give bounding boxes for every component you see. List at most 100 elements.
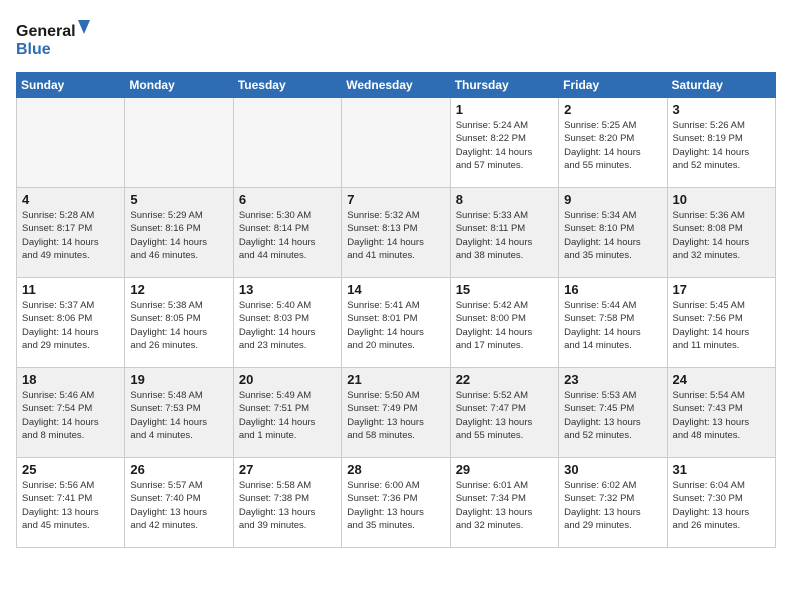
calendar-cell: 5Sunrise: 5:29 AM Sunset: 8:16 PM Daylig… — [125, 188, 233, 278]
day-info: Sunrise: 5:54 AM Sunset: 7:43 PM Dayligh… — [673, 389, 770, 442]
day-number: 28 — [347, 462, 444, 477]
day-info: Sunrise: 5:30 AM Sunset: 8:14 PM Dayligh… — [239, 209, 336, 262]
day-number: 21 — [347, 372, 444, 387]
day-info: Sunrise: 5:44 AM Sunset: 7:58 PM Dayligh… — [564, 299, 661, 352]
day-number: 27 — [239, 462, 336, 477]
calendar-cell: 25 Sunrise: 5:56 AM Sunset: 7:41 PM Dayli… — [17, 458, 125, 548]
day-number: 20 — [239, 372, 336, 387]
week-row-2: 4 Sunrise: 5:28 AM Sunset: 8:17 PM Daylig… — [17, 188, 776, 278]
day-number: 23 — [564, 372, 661, 387]
calendar-table: SundayMondayTuesdayWednesdayThursdayFrid… — [16, 72, 776, 548]
calendar-cell — [17, 98, 125, 188]
day-number: 9 — [564, 192, 661, 207]
calendar-cell: 16 Sunrise: 5:44 AM Sunset: 7:58 PM Dayli… — [559, 278, 667, 368]
day-info: Sunrise: 5:24 AM Sunset: 8:22 PM Dayligh… — [456, 119, 553, 172]
day-number: 22 — [456, 372, 553, 387]
day-info: Sunrise: 5:53 AM Sunset: 7:45 PM Dayligh… — [564, 389, 661, 442]
day-number: 16 — [564, 282, 661, 297]
column-header-tuesday: Tuesday — [233, 73, 341, 98]
calendar-cell: 9 Sunrise: 5:34 AM Sunset: 8:10 PM Daylig… — [559, 188, 667, 278]
calendar-cell: 10 Sunrise: 5:36 AM Sunset: 8:08 PM Dayli… — [667, 188, 775, 278]
calendar-cell: 28 Sunrise: 6:00 AM Sunset: 7:36 PM Dayli… — [342, 458, 450, 548]
calendar-cell: 15 Sunrise: 5:42 AM Sunset: 8:00 PM Dayli… — [450, 278, 558, 368]
day-info: Sunrise: 5:38 AM Sunset: 8:05 PM Dayligh… — [130, 299, 227, 352]
calendar-cell: 11Sunrise: 5:37 AM Sunset: 8:06 PM Dayli… — [17, 278, 125, 368]
day-number: 8 — [456, 192, 553, 207]
day-info: Sunrise: 5:46 AM Sunset: 7:54 PM Dayligh… — [22, 389, 119, 442]
week-row-1: 1 Sunrise: 5:24 AM Sunset: 8:22 PM Daylig… — [17, 98, 776, 188]
day-info: Sunrise: 5:41 AM Sunset: 8:01 PM Dayligh… — [347, 299, 444, 352]
day-number: 19 — [130, 372, 227, 387]
day-info: Sunrise: 5:42 AM Sunset: 8:00 PM Dayligh… — [456, 299, 553, 352]
column-header-friday: Friday — [559, 73, 667, 98]
calendar-cell: 24 Sunrise: 5:54 AM Sunset: 7:43 PM Dayli… — [667, 368, 775, 458]
column-header-sunday: Sunday — [17, 73, 125, 98]
calendar-cell: 20 Sunrise: 5:49 AM Sunset: 7:51 PM Dayli… — [233, 368, 341, 458]
day-info: Sunrise: 5:36 AM Sunset: 8:08 PM Dayligh… — [673, 209, 770, 262]
day-info: Sunrise: 5:57 AM Sunset: 7:40 PM Dayligh… — [130, 479, 227, 532]
day-number: 25 — [22, 462, 119, 477]
day-info: Sunrise: 5:33 AM Sunset: 8:11 PM Dayligh… — [456, 209, 553, 262]
calendar-cell: 21 Sunrise: 5:50 AM Sunset: 7:49 PM Dayli… — [342, 368, 450, 458]
svg-text:General: General — [16, 23, 76, 40]
column-header-saturday: Saturday — [667, 73, 775, 98]
day-number: 1 — [456, 102, 553, 117]
calendar-cell: 26Sunrise: 5:57 AM Sunset: 7:40 PM Dayli… — [125, 458, 233, 548]
day-info: Sunrise: 5:26 AM Sunset: 8:19 PM Dayligh… — [673, 119, 770, 172]
calendar-cell: 4 Sunrise: 5:28 AM Sunset: 8:17 PM Daylig… — [17, 188, 125, 278]
calendar-cell: 6 Sunrise: 5:30 AM Sunset: 8:14 PM Daylig… — [233, 188, 341, 278]
calendar-cell: 30 Sunrise: 6:02 AM Sunset: 7:32 PM Dayli… — [559, 458, 667, 548]
day-info: Sunrise: 6:01 AM Sunset: 7:34 PM Dayligh… — [456, 479, 553, 532]
calendar-cell: 1 Sunrise: 5:24 AM Sunset: 8:22 PM Daylig… — [450, 98, 558, 188]
day-info: Sunrise: 6:00 AM Sunset: 7:36 PM Dayligh… — [347, 479, 444, 532]
day-info: Sunrise: 6:02 AM Sunset: 7:32 PM Dayligh… — [564, 479, 661, 532]
day-number: 24 — [673, 372, 770, 387]
day-info: Sunrise: 5:34 AM Sunset: 8:10 PM Dayligh… — [564, 209, 661, 262]
day-info: Sunrise: 5:50 AM Sunset: 7:49 PM Dayligh… — [347, 389, 444, 442]
calendar-cell: 12 Sunrise: 5:38 AM Sunset: 8:05 PM Dayli… — [125, 278, 233, 368]
calendar-cell: 3Sunrise: 5:26 AM Sunset: 8:19 PM Daylig… — [667, 98, 775, 188]
day-number: 6 — [239, 192, 336, 207]
calendar-cell: 27Sunrise: 5:58 AM Sunset: 7:38 PM Dayli… — [233, 458, 341, 548]
calendar-cell: 14 Sunrise: 5:41 AM Sunset: 8:01 PM Dayli… — [342, 278, 450, 368]
day-number: 10 — [673, 192, 770, 207]
week-row-4: 18 Sunrise: 5:46 AM Sunset: 7:54 PM Dayli… — [17, 368, 776, 458]
column-header-monday: Monday — [125, 73, 233, 98]
day-info: Sunrise: 5:49 AM Sunset: 7:51 PM Dayligh… — [239, 389, 336, 442]
day-number: 14 — [347, 282, 444, 297]
calendar-cell: 7Sunrise: 5:32 AM Sunset: 8:13 PM Daylig… — [342, 188, 450, 278]
day-number: 29 — [456, 462, 553, 477]
week-row-5: 25 Sunrise: 5:56 AM Sunset: 7:41 PM Dayli… — [17, 458, 776, 548]
day-info: Sunrise: 5:25 AM Sunset: 8:20 PM Dayligh… — [564, 119, 661, 172]
day-number: 18 — [22, 372, 119, 387]
day-info: Sunrise: 5:28 AM Sunset: 8:17 PM Dayligh… — [22, 209, 119, 262]
day-info: Sunrise: 5:40 AM Sunset: 8:03 PM Dayligh… — [239, 299, 336, 352]
day-number: 5 — [130, 192, 227, 207]
page-header: GeneralBlue — [16, 16, 776, 60]
day-number: 30 — [564, 462, 661, 477]
calendar-cell: 18 Sunrise: 5:46 AM Sunset: 7:54 PM Dayli… — [17, 368, 125, 458]
calendar-cell: 22Sunrise: 5:52 AM Sunset: 7:47 PM Dayli… — [450, 368, 558, 458]
day-number: 12 — [130, 282, 227, 297]
calendar-cell: 19 Sunrise: 5:48 AM Sunset: 7:53 PM Dayli… — [125, 368, 233, 458]
column-header-wednesday: Wednesday — [342, 73, 450, 98]
calendar-cell — [233, 98, 341, 188]
calendar-cell: 13 Sunrise: 5:40 AM Sunset: 8:03 PM Dayli… — [233, 278, 341, 368]
day-info: Sunrise: 6:04 AM Sunset: 7:30 PM Dayligh… — [673, 479, 770, 532]
day-number: 11 — [22, 282, 119, 297]
calendar-cell: 2Sunrise: 5:25 AM Sunset: 8:20 PM Daylig… — [559, 98, 667, 188]
day-number: 13 — [239, 282, 336, 297]
day-number: 4 — [22, 192, 119, 207]
day-info: Sunrise: 5:48 AM Sunset: 7:53 PM Dayligh… — [130, 389, 227, 442]
calendar-cell: 31 Sunrise: 6:04 AM Sunset: 7:30 PM Dayli… — [667, 458, 775, 548]
calendar-cell: 29 Sunrise: 6:01 AM Sunset: 7:34 PM Dayli… — [450, 458, 558, 548]
calendar-cell: 23 Sunrise: 5:53 AM Sunset: 7:45 PM Dayli… — [559, 368, 667, 458]
day-number: 15 — [456, 282, 553, 297]
day-number: 31 — [673, 462, 770, 477]
logo-svg: GeneralBlue — [16, 16, 96, 60]
logo: GeneralBlue — [16, 16, 96, 60]
calendar-cell — [125, 98, 233, 188]
column-header-thursday: Thursday — [450, 73, 558, 98]
day-info: Sunrise: 5:56 AM Sunset: 7:41 PM Dayligh… — [22, 479, 119, 532]
calendar-header: SundayMondayTuesdayWednesdayThursdayFrid… — [17, 73, 776, 98]
